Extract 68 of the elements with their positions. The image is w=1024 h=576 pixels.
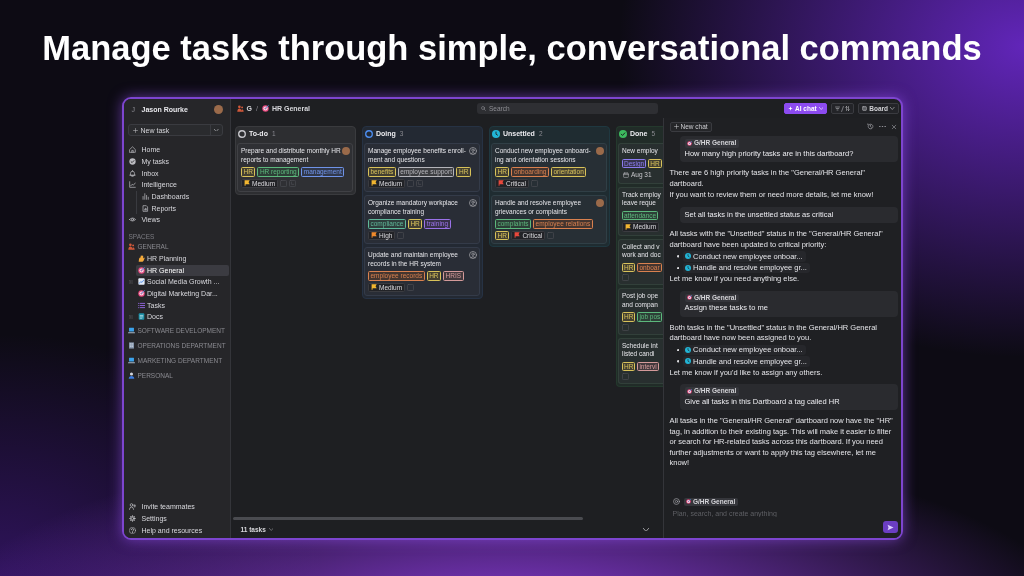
bullet-icon xyxy=(676,266,679,269)
chevron-down-icon xyxy=(268,528,274,531)
user-outline-icon[interactable] xyxy=(469,251,477,259)
chevron-down-icon[interactable] xyxy=(642,527,649,532)
ring-icon[interactable] xyxy=(672,498,680,506)
avatar-icon[interactable] xyxy=(596,147,604,155)
close-icon[interactable] xyxy=(890,123,897,130)
headline: Manage tasks through simple, conversational commands xyxy=(42,29,982,68)
chevron-down-icon xyxy=(818,107,824,110)
home-icon xyxy=(128,146,136,154)
more-icon[interactable] xyxy=(878,125,886,128)
bullet-icon xyxy=(676,255,679,258)
send-icon xyxy=(886,523,894,531)
calendar-icon xyxy=(623,171,629,178)
ring-icon[interactable] xyxy=(365,129,373,138)
document-icon xyxy=(141,204,149,212)
check-circle-icon[interactable] xyxy=(619,129,627,138)
eye-icon xyxy=(128,216,136,224)
board-icon xyxy=(862,106,868,111)
plus-icon xyxy=(673,124,679,129)
people-icon xyxy=(127,243,135,251)
laptop-icon xyxy=(127,356,135,364)
hand-icon xyxy=(137,254,145,262)
bullet-icon xyxy=(676,360,679,363)
help-icon xyxy=(128,526,136,534)
history-icon[interactable] xyxy=(866,123,874,130)
document-icon xyxy=(137,313,145,321)
filter-sort-button[interactable] xyxy=(831,103,855,114)
avatar-icon[interactable] xyxy=(596,199,604,207)
check-circle-icon xyxy=(128,158,136,166)
avatar-icon[interactable] xyxy=(213,104,223,114)
sort-icon xyxy=(845,106,851,111)
bar-chart-icon xyxy=(141,193,149,201)
chevron-down-icon xyxy=(890,107,895,110)
chart-icon xyxy=(137,278,145,286)
filter-icon xyxy=(835,106,841,111)
scrollbar-thumb[interactable] xyxy=(232,517,583,520)
user-outline-icon[interactable] xyxy=(469,199,477,207)
building-icon xyxy=(127,341,135,349)
bullet-icon xyxy=(676,348,679,351)
target-icon xyxy=(137,266,145,274)
people-icon xyxy=(236,105,244,112)
send-button[interactable] xyxy=(882,521,898,533)
clock-circle-icon xyxy=(685,264,691,271)
clock-circle-icon xyxy=(685,346,691,353)
user-outline-icon[interactable] xyxy=(469,147,477,155)
target-icon xyxy=(687,295,692,301)
chevron-down-icon xyxy=(214,128,219,132)
list-icon xyxy=(137,301,145,309)
add-person-icon xyxy=(128,502,136,510)
search-icon xyxy=(481,106,486,111)
target-icon xyxy=(686,499,691,505)
target-icon xyxy=(137,289,145,297)
target-icon xyxy=(687,388,692,394)
target-icon xyxy=(687,140,692,146)
settings-icon xyxy=(128,514,136,522)
target-icon xyxy=(261,105,269,112)
bell-icon xyxy=(128,169,136,177)
ring-icon[interactable] xyxy=(238,129,246,138)
clock-circle-icon xyxy=(685,358,691,365)
sparkle-icon xyxy=(788,106,794,111)
clock-circle-icon xyxy=(685,253,691,260)
person-icon xyxy=(127,371,135,379)
laptop-icon xyxy=(127,326,135,334)
avatar-icon[interactable] xyxy=(342,147,350,155)
plus-icon xyxy=(132,127,138,133)
clock-circle-icon[interactable] xyxy=(492,129,500,138)
line-chart-icon xyxy=(128,181,136,189)
